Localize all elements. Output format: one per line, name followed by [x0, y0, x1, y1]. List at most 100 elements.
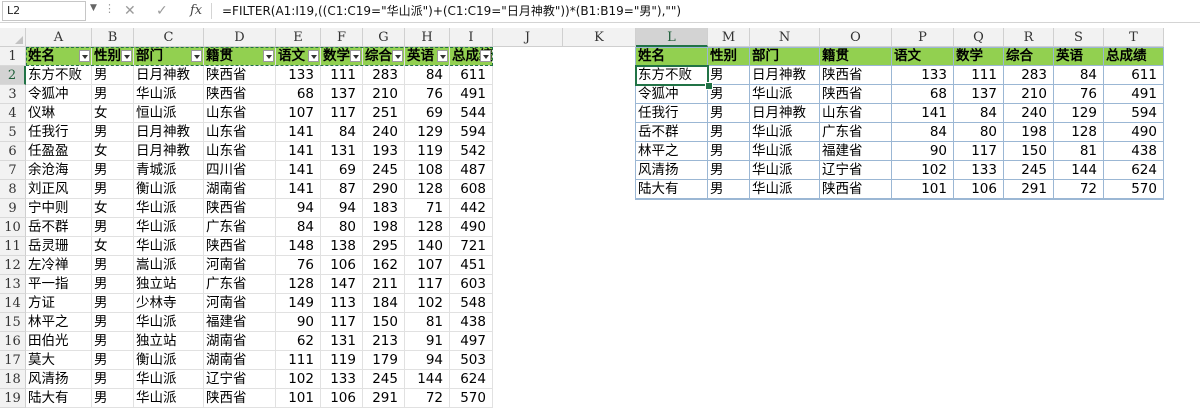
source-table-cell[interactable]: 女: [92, 104, 134, 123]
source-table-cell[interactable]: 141: [276, 123, 321, 142]
filter-dropdown-icon[interactable]: [350, 50, 361, 62]
source-table-cell[interactable]: 144: [405, 370, 450, 389]
column-header-i[interactable]: I: [450, 28, 493, 47]
result-table-cell[interactable]: 90: [892, 142, 954, 161]
source-table-cell[interactable]: 左冷禅: [26, 256, 92, 275]
result-table-cell[interactable]: 华山派: [750, 161, 820, 180]
source-table-cell[interactable]: 548: [450, 294, 493, 313]
enter-icon[interactable]: ✓: [156, 1, 168, 21]
row-header-8[interactable]: 8: [0, 180, 26, 199]
result-table-cell[interactable]: 华山派: [750, 123, 820, 142]
source-table-cell[interactable]: 山东省: [204, 104, 276, 123]
row-header-9[interactable]: 9: [0, 199, 26, 218]
source-table-cell[interactable]: 487: [450, 161, 493, 180]
result-table-cell[interactable]: 辽宁省: [820, 161, 892, 180]
result-table-cell[interactable]: 陆大有: [636, 180, 708, 199]
row-header-11[interactable]: 11: [0, 237, 26, 256]
source-table-cell[interactable]: 衡山派: [134, 351, 204, 370]
column-header-p[interactable]: P: [892, 28, 954, 47]
source-table-cell[interactable]: 东方不败: [26, 66, 92, 85]
column-header-t[interactable]: T: [1104, 28, 1164, 47]
source-table-cell[interactable]: 独立站: [134, 275, 204, 294]
source-table-cell[interactable]: 497: [450, 332, 493, 351]
source-table-cell[interactable]: 男: [92, 218, 134, 237]
row-header-14[interactable]: 14: [0, 294, 26, 313]
select-all-corner[interactable]: [0, 28, 26, 47]
source-table-cell[interactable]: 106: [321, 389, 363, 408]
source-table-cell[interactable]: 117: [321, 104, 363, 123]
source-table-cell[interactable]: 113: [321, 294, 363, 313]
source-table-cell[interactable]: 余沧海: [26, 161, 92, 180]
row-header-6[interactable]: 6: [0, 142, 26, 161]
source-table-cell[interactable]: 令狐冲: [26, 85, 92, 104]
source-table-header-cell[interactable]: 部门: [134, 47, 204, 66]
source-table-cell[interactable]: 140: [405, 237, 450, 256]
filter-dropdown-icon[interactable]: [480, 50, 491, 62]
source-table-cell[interactable]: 69: [321, 161, 363, 180]
row-header-4[interactable]: 4: [0, 104, 26, 123]
row-header-13[interactable]: 13: [0, 275, 26, 294]
result-table-header-cell[interactable]: 总成绩: [1104, 47, 1164, 66]
formula-input[interactable]: =FILTER(A1:I19,((C1:C19="华山派")+(C1:C19="…: [222, 3, 681, 19]
result-table-cell[interactable]: 男: [708, 161, 750, 180]
result-table-header-cell[interactable]: 性别: [708, 47, 750, 66]
source-table-cell[interactable]: 华山派: [134, 218, 204, 237]
source-table-cell[interactable]: 94: [276, 199, 321, 218]
cancel-icon[interactable]: ✕: [124, 1, 136, 21]
result-table-header-cell[interactable]: 综合: [1004, 47, 1054, 66]
source-table-cell[interactable]: 辽宁省: [204, 370, 276, 389]
source-table-cell[interactable]: 广东省: [204, 275, 276, 294]
source-table-cell[interactable]: 岳不群: [26, 218, 92, 237]
column-header-j[interactable]: J: [493, 28, 563, 47]
result-table-cell[interactable]: 144: [1054, 161, 1104, 180]
source-table-cell[interactable]: 211: [363, 275, 405, 294]
source-table-cell[interactable]: 84: [321, 123, 363, 142]
source-table-cell[interactable]: 245: [363, 370, 405, 389]
column-header-n[interactable]: N: [750, 28, 820, 47]
column-header-s[interactable]: S: [1054, 28, 1104, 47]
source-table-cell[interactable]: 603: [450, 275, 493, 294]
result-table-cell[interactable]: 141: [892, 104, 954, 123]
source-table-cell[interactable]: 湖南省: [204, 180, 276, 199]
result-table-cell[interactable]: 72: [1054, 180, 1104, 199]
source-table-cell[interactable]: 149: [276, 294, 321, 313]
filter-dropdown-icon[interactable]: [191, 50, 202, 62]
source-table-header-cell[interactable]: 英语: [405, 47, 450, 66]
source-table-cell[interactable]: 119: [321, 351, 363, 370]
result-table-cell[interactable]: 68: [892, 85, 954, 104]
insert-function-icon[interactable]: fx: [190, 1, 202, 21]
source-table-cell[interactable]: 84: [405, 66, 450, 85]
result-table-cell[interactable]: 101: [892, 180, 954, 199]
source-table-header-cell[interactable]: 性别: [92, 47, 134, 66]
source-table-cell[interactable]: 68: [276, 85, 321, 104]
source-table-cell[interactable]: 71: [405, 199, 450, 218]
result-table-cell[interactable]: 210: [1004, 85, 1054, 104]
source-table-cell[interactable]: 男: [92, 370, 134, 389]
source-table-cell[interactable]: 131: [321, 332, 363, 351]
source-table-cell[interactable]: 128: [405, 218, 450, 237]
result-table-cell[interactable]: 东方不败: [636, 66, 708, 85]
filter-dropdown-icon[interactable]: [437, 50, 448, 62]
source-table-cell[interactable]: 女: [92, 142, 134, 161]
source-table-cell[interactable]: 503: [450, 351, 493, 370]
result-table-cell[interactable]: 611: [1104, 66, 1164, 85]
filter-dropdown-icon[interactable]: [308, 50, 319, 62]
source-table-cell[interactable]: 华山派: [134, 199, 204, 218]
source-table-cell[interactable]: 日月神教: [134, 142, 204, 161]
row-header-7[interactable]: 7: [0, 161, 26, 180]
column-header-l[interactable]: L: [636, 28, 708, 47]
source-table-cell[interactable]: 76: [276, 256, 321, 275]
result-table-header-cell[interactable]: 籍贯: [820, 47, 892, 66]
result-table-cell[interactable]: 令狐冲: [636, 85, 708, 104]
source-table-cell[interactable]: 广东省: [204, 218, 276, 237]
source-table-cell[interactable]: 福建省: [204, 313, 276, 332]
result-table-cell[interactable]: 438: [1104, 142, 1164, 161]
result-table-cell[interactable]: 男: [708, 180, 750, 199]
source-table-cell[interactable]: 291: [363, 389, 405, 408]
source-table-cell[interactable]: 华山派: [134, 313, 204, 332]
result-table-header-cell[interactable]: 英语: [1054, 47, 1104, 66]
source-table-cell[interactable]: 611: [450, 66, 493, 85]
source-table-cell[interactable]: 宁中则: [26, 199, 92, 218]
result-table-cell[interactable]: 137: [954, 85, 1004, 104]
source-table-cell[interactable]: 风清扬: [26, 370, 92, 389]
